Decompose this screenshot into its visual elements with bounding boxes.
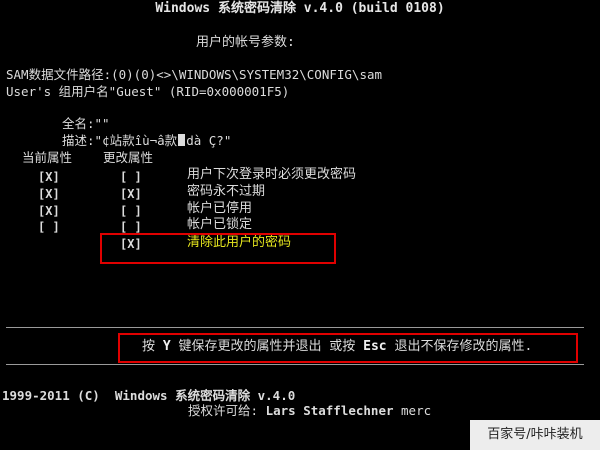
user-info: User's 组用户名"Guest" (RID=0x000001F5) xyxy=(6,84,290,99)
current-checkbox: [X] xyxy=(38,187,60,201)
change-attributes-header: 更改属性 xyxy=(103,150,154,165)
description: 描述:"¢站款îù¬â款 dà Ç?" xyxy=(62,134,231,148)
option-password-never-expires[interactable]: 密码永不过期 xyxy=(187,185,265,199)
current-checkbox: [ ] xyxy=(38,220,60,234)
description-prefix: 描述:"¢站款îù¬â款 xyxy=(62,133,178,148)
licensee-tail: merc xyxy=(393,403,432,418)
current-checkbox: [X] xyxy=(38,170,60,184)
licensee-name: Lars Stafflechner xyxy=(265,403,394,418)
clear-password-annotation-box xyxy=(100,233,336,264)
change-checkbox[interactable]: [X] xyxy=(120,187,142,201)
license-info: 授权许可给: Lars Stafflechner merc xyxy=(188,404,431,418)
console-screen: Windows 系统密码清除 v.4.0 (build 0108) 用户的帐号参… xyxy=(0,0,600,450)
option-must-change-password[interactable]: 用户下次登录时必须更改密码 xyxy=(187,168,356,182)
change-checkbox[interactable]: [ ] xyxy=(120,220,142,234)
key-hint-annotation-box xyxy=(118,333,578,363)
change-checkbox[interactable]: [ ] xyxy=(120,204,142,218)
description-suffix: dà Ç?" xyxy=(186,133,232,148)
copyright: 1999-2011 (C) Windows 系统密码清除 v.4.0 xyxy=(2,388,296,403)
option-account-disabled[interactable]: 帐户已停用 xyxy=(187,202,252,216)
current-checkbox: [X] xyxy=(38,204,60,218)
full-name: 全名:"" xyxy=(62,116,110,131)
app-title: Windows 系统密码清除 v.4.0 (build 0108) xyxy=(155,1,445,16)
option-account-locked[interactable]: 帐户已锁定 xyxy=(187,218,252,232)
divider xyxy=(6,364,584,365)
divider xyxy=(6,327,584,328)
license-label: 授权许可给: xyxy=(188,403,266,418)
change-checkbox[interactable]: [ ] xyxy=(120,170,142,184)
section-title: 用户的帐号参数: xyxy=(196,35,295,50)
text-cursor xyxy=(178,134,186,146)
sam-file-path: SAM数据文件路径:(0)(0)<>\WINDOWS\SYSTEM32\CONF… xyxy=(6,67,383,82)
watermark: 百家号/咔咔装机 xyxy=(470,420,600,450)
current-attributes-header: 当前属性 xyxy=(22,150,73,165)
